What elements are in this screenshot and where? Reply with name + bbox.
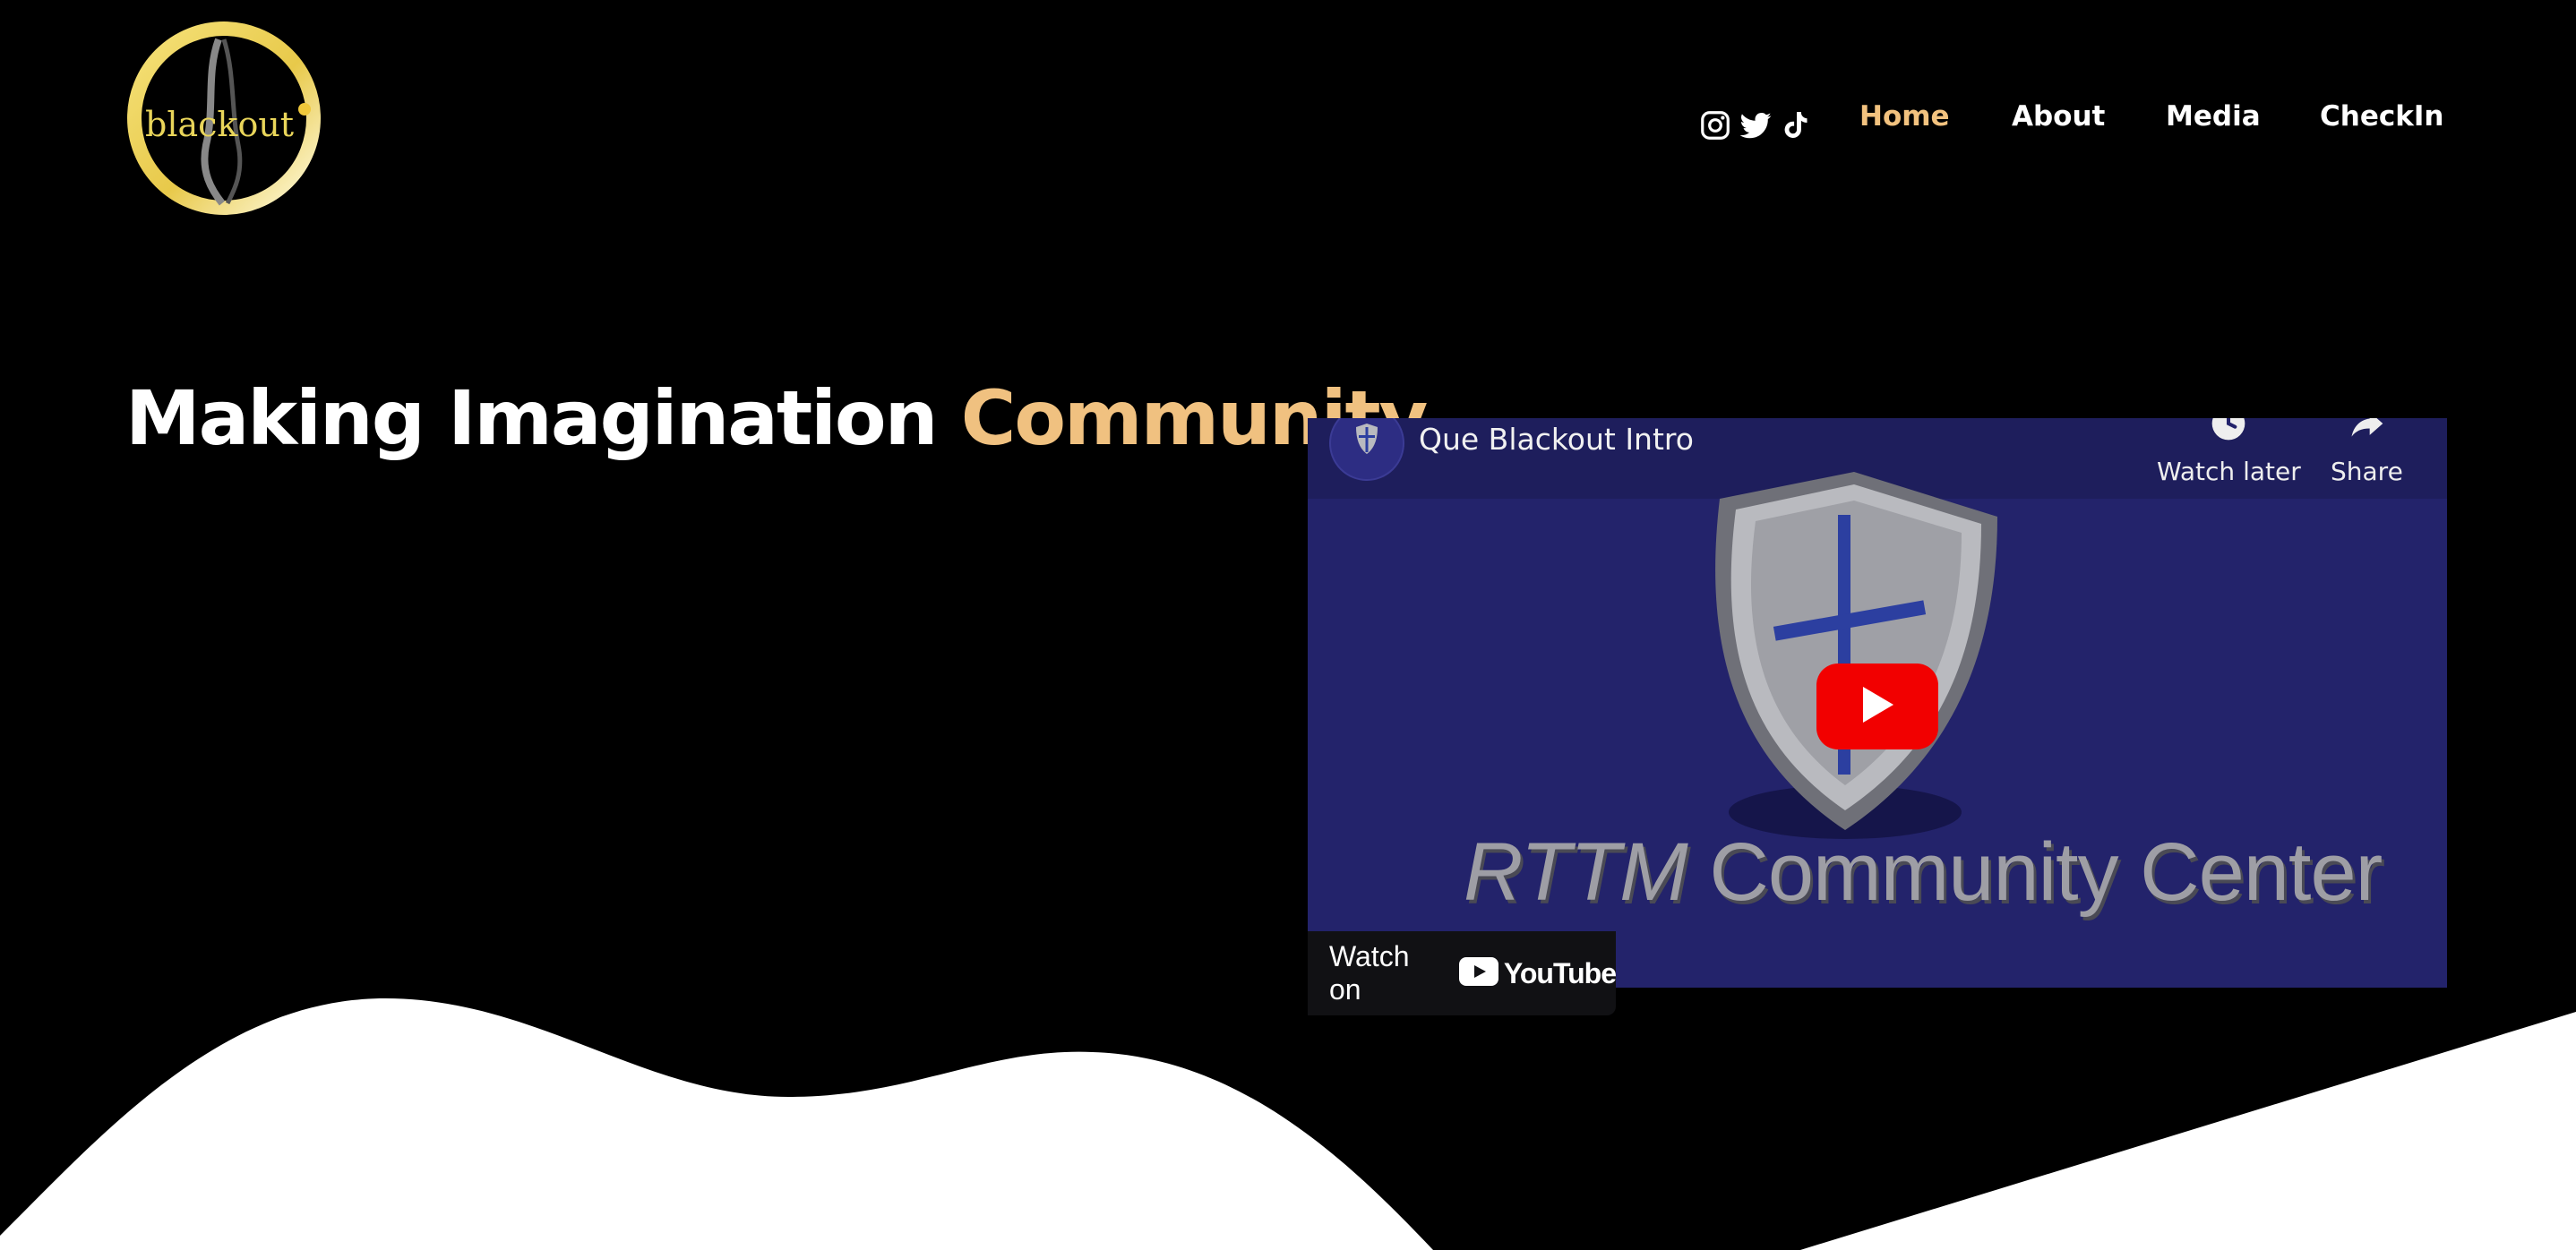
watch-on-youtube-button[interactable]: Watch on YouTube	[1308, 931, 1617, 1015]
share-button[interactable]: Share	[2331, 418, 2403, 486]
watch-later-label: Watch later	[2157, 457, 2301, 486]
nav-home[interactable]: Home	[1859, 100, 1950, 133]
hero-title-main: Making Imagination	[125, 374, 961, 462]
logo-text: blackout	[145, 105, 294, 144]
instagram-icon[interactable]	[1698, 108, 1732, 146]
thumbnail-caption-italic: RTTM	[1464, 826, 1688, 918]
watch-later-button[interactable]: Watch later	[2157, 418, 2301, 486]
share-label: Share	[2331, 457, 2403, 486]
twitter-icon[interactable]	[1738, 108, 1773, 146]
youtube-logo: YouTube	[1458, 956, 1617, 990]
clock-icon	[2209, 418, 2248, 449]
youtube-embed[interactable]: Que Blackout Intro Watch later Share RTT…	[1308, 418, 2447, 988]
social-links	[1698, 107, 1811, 147]
thumbnail-caption: RTTM Community Center	[1464, 826, 2383, 920]
thumbnail-caption-rest: Community Center	[1687, 826, 2383, 918]
youtube-play-icon	[1458, 957, 1498, 989]
channel-avatar[interactable]	[1329, 418, 1404, 481]
hero-title: Making Imagination Community	[125, 374, 1428, 462]
youtube-wordmark: YouTube	[1503, 956, 1617, 989]
play-button[interactable]	[1816, 664, 1938, 749]
site-logo[interactable]: blackout	[125, 20, 322, 217]
share-icon	[2347, 418, 2386, 449]
video-title[interactable]: Que Blackout Intro	[1419, 422, 1694, 457]
watch-on-label: Watch on	[1329, 940, 1410, 1006]
nav-checkin[interactable]: CheckIn	[2320, 100, 2443, 133]
tiktok-icon[interactable]	[1779, 107, 1811, 147]
play-icon	[1859, 685, 1895, 728]
nav-media[interactable]: Media	[2166, 100, 2261, 133]
nav-about[interactable]: About	[2012, 100, 2105, 133]
